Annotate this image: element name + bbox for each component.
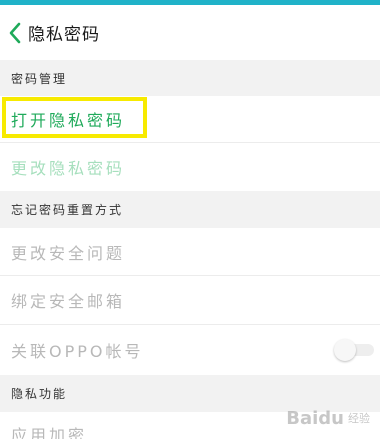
section-header-reset-method: 忘记密码重置方式 (0, 191, 380, 228)
change-security-question-item[interactable]: 更改安全问题 (0, 228, 380, 276)
watermark-brand: Baidu (286, 408, 344, 429)
open-private-password-item[interactable]: 打开隐私密码 (0, 96, 380, 143)
watermark-sub: 经验 (348, 411, 370, 425)
back-button[interactable] (4, 18, 26, 48)
privacy-password-screen: 隐私密码 密码管理 打开隐私密码 更改隐私密码 忘记密码重置方式 更改安全问题 … (0, 0, 380, 439)
baidu-watermark: Baidu 经验 (286, 408, 370, 429)
change-security-question-label: 更改安全问题 (11, 243, 126, 263)
chevron-left-icon (9, 22, 21, 43)
link-oppo-account-toggle[interactable] (334, 339, 374, 361)
open-private-password-label: 打开隐私密码 (11, 111, 126, 130)
app-encryption-label: 应用加密 (11, 426, 88, 439)
section-header-privacy-features: 隐私功能 (0, 375, 380, 412)
navigation-bar: 隐私密码 (0, 5, 380, 60)
toggle-knob (334, 339, 356, 361)
bind-security-email-label: 绑定安全邮箱 (11, 292, 126, 311)
change-private-password-label: 更改隐私密码 (11, 159, 126, 178)
bind-security-email-item[interactable]: 绑定安全邮箱 (0, 276, 380, 325)
section-header-password-management: 密码管理 (0, 60, 380, 96)
link-oppo-account-label: 关联OPPO帐号 (11, 342, 144, 361)
page-title: 隐私密码 (28, 25, 100, 45)
link-oppo-account-item[interactable]: 关联OPPO帐号 (0, 325, 380, 375)
change-private-password-item[interactable]: 更改隐私密码 (0, 143, 380, 191)
